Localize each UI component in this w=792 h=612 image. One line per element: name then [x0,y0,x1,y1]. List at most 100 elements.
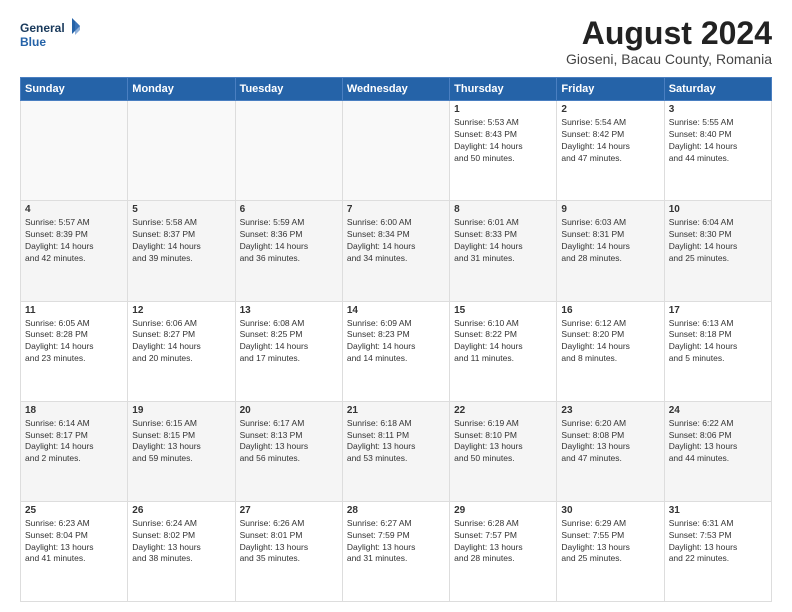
day-info: Sunrise: 6:05 AM Sunset: 8:28 PM Dayligh… [25,318,123,366]
day-number: 3 [669,104,767,115]
day-info: Sunrise: 5:55 AM Sunset: 8:40 PM Dayligh… [669,117,767,165]
day-number: 9 [561,204,659,215]
calendar-week-row: 1 Sunrise: 5:53 AM Sunset: 8:43 PM Daylig… [21,101,772,201]
day-info: Sunrise: 6:00 AM Sunset: 8:34 PM Dayligh… [347,217,445,265]
day-number: 30 [561,505,659,516]
day-number: 18 [25,405,123,416]
day-info: Sunrise: 6:12 AM Sunset: 8:20 PM Dayligh… [561,318,659,366]
calendar-cell: 7 Sunrise: 6:00 AM Sunset: 8:34 PM Daylig… [342,201,449,301]
day-number: 17 [669,305,767,316]
day-number: 10 [669,204,767,215]
day-number: 19 [132,405,230,416]
day-info: Sunrise: 6:01 AM Sunset: 8:33 PM Dayligh… [454,217,552,265]
day-info: Sunrise: 5:53 AM Sunset: 8:43 PM Dayligh… [454,117,552,165]
calendar-cell: 19 Sunrise: 6:15 AM Sunset: 8:15 PM Dayli… [128,401,235,501]
day-number: 29 [454,505,552,516]
day-number: 8 [454,204,552,215]
day-info: Sunrise: 6:20 AM Sunset: 8:08 PM Dayligh… [561,418,659,466]
svg-text:Blue: Blue [20,35,46,49]
day-number: 4 [25,204,123,215]
calendar-cell: 10 Sunrise: 6:04 AM Sunset: 8:30 PM Dayli… [664,201,771,301]
calendar-cell: 23 Sunrise: 6:20 AM Sunset: 8:08 PM Dayli… [557,401,664,501]
weekday-header: Saturday [664,78,771,101]
day-number: 25 [25,505,123,516]
calendar-cell: 4 Sunrise: 5:57 AM Sunset: 8:39 PM Daylig… [21,201,128,301]
header: General Blue August 2024 Gioseni, Bacau … [20,16,772,67]
day-number: 11 [25,305,123,316]
day-info: Sunrise: 6:27 AM Sunset: 7:59 PM Dayligh… [347,518,445,566]
calendar-week-row: 18 Sunrise: 6:14 AM Sunset: 8:17 PM Dayli… [21,401,772,501]
day-number: 27 [240,505,338,516]
day-number: 14 [347,305,445,316]
weekday-header: Sunday [21,78,128,101]
title-block: August 2024 Gioseni, Bacau County, Roman… [566,16,772,67]
day-number: 7 [347,204,445,215]
weekday-header: Tuesday [235,78,342,101]
day-number: 5 [132,204,230,215]
day-info: Sunrise: 6:17 AM Sunset: 8:13 PM Dayligh… [240,418,338,466]
calendar-cell: 27 Sunrise: 6:26 AM Sunset: 8:01 PM Dayli… [235,501,342,601]
calendar-cell [21,101,128,201]
day-info: Sunrise: 6:04 AM Sunset: 8:30 PM Dayligh… [669,217,767,265]
day-info: Sunrise: 6:09 AM Sunset: 8:23 PM Dayligh… [347,318,445,366]
calendar-cell: 17 Sunrise: 6:13 AM Sunset: 8:18 PM Dayli… [664,301,771,401]
day-info: Sunrise: 6:29 AM Sunset: 7:55 PM Dayligh… [561,518,659,566]
day-number: 21 [347,405,445,416]
svg-text:General: General [20,21,65,35]
calendar-cell: 20 Sunrise: 6:17 AM Sunset: 8:13 PM Dayli… [235,401,342,501]
day-info: Sunrise: 6:13 AM Sunset: 8:18 PM Dayligh… [669,318,767,366]
day-number: 23 [561,405,659,416]
calendar-cell: 25Sunrise: 6:23 AM Sunset: 8:04 PM Dayli… [21,501,128,601]
day-number: 24 [669,405,767,416]
calendar-cell: 6Sunrise: 5:59 AM Sunset: 8:36 PM Daylig… [235,201,342,301]
calendar-cell: 11 Sunrise: 6:05 AM Sunset: 8:28 PM Dayli… [21,301,128,401]
calendar-cell: 24 Sunrise: 6:22 AM Sunset: 8:06 PM Dayli… [664,401,771,501]
day-number: 2 [561,104,659,115]
day-number: 1 [454,104,552,115]
calendar-cell: 14 Sunrise: 6:09 AM Sunset: 8:23 PM Dayli… [342,301,449,401]
logo: General Blue [20,16,80,56]
calendar-cell: 18 Sunrise: 6:14 AM Sunset: 8:17 PM Dayli… [21,401,128,501]
weekday-header: Monday [128,78,235,101]
logo-svg: General Blue [20,16,80,56]
day-info: Sunrise: 6:06 AM Sunset: 8:27 PM Dayligh… [132,318,230,366]
day-info: Sunrise: 6:31 AM Sunset: 7:53 PM Dayligh… [669,518,767,566]
day-info: Sunrise: 6:18 AM Sunset: 8:11 PM Dayligh… [347,418,445,466]
weekday-header: Thursday [450,78,557,101]
calendar-cell: 28 Sunrise: 6:27 AM Sunset: 7:59 PM Dayli… [342,501,449,601]
calendar-cell: 29Sunrise: 6:28 AM Sunset: 7:57 PM Dayli… [450,501,557,601]
day-info: Sunrise: 6:03 AM Sunset: 8:31 PM Dayligh… [561,217,659,265]
day-number: 26 [132,505,230,516]
day-info: Sunrise: 6:15 AM Sunset: 8:15 PM Dayligh… [132,418,230,466]
day-info: Sunrise: 6:24 AM Sunset: 8:02 PM Dayligh… [132,518,230,566]
weekday-header: Wednesday [342,78,449,101]
day-number: 20 [240,405,338,416]
calendar-week-row: 25Sunrise: 6:23 AM Sunset: 8:04 PM Dayli… [21,501,772,601]
calendar-cell: 22Sunrise: 6:19 AM Sunset: 8:10 PM Dayli… [450,401,557,501]
day-info: Sunrise: 5:57 AM Sunset: 8:39 PM Dayligh… [25,217,123,265]
day-info: Sunrise: 6:10 AM Sunset: 8:22 PM Dayligh… [454,318,552,366]
calendar-week-row: 11 Sunrise: 6:05 AM Sunset: 8:28 PM Dayli… [21,301,772,401]
calendar-cell: 12Sunrise: 6:06 AM Sunset: 8:27 PM Dayli… [128,301,235,401]
day-number: 16 [561,305,659,316]
day-number: 31 [669,505,767,516]
day-info: Sunrise: 5:58 AM Sunset: 8:37 PM Dayligh… [132,217,230,265]
day-number: 28 [347,505,445,516]
calendar-cell: 15 Sunrise: 6:10 AM Sunset: 8:22 PM Dayli… [450,301,557,401]
day-info: Sunrise: 5:54 AM Sunset: 8:42 PM Dayligh… [561,117,659,165]
day-info: Sunrise: 6:22 AM Sunset: 8:06 PM Dayligh… [669,418,767,466]
calendar-cell: 13Sunrise: 6:08 AM Sunset: 8:25 PM Dayli… [235,301,342,401]
day-number: 22 [454,405,552,416]
calendar-cell: 8 Sunrise: 6:01 AM Sunset: 8:33 PM Daylig… [450,201,557,301]
day-info: Sunrise: 6:26 AM Sunset: 8:01 PM Dayligh… [240,518,338,566]
day-info: Sunrise: 6:14 AM Sunset: 8:17 PM Dayligh… [25,418,123,466]
calendar-cell: 9 Sunrise: 6:03 AM Sunset: 8:31 PM Daylig… [557,201,664,301]
calendar-cell [235,101,342,201]
calendar-cell: 30 Sunrise: 6:29 AM Sunset: 7:55 PM Dayli… [557,501,664,601]
subtitle: Gioseni, Bacau County, Romania [566,51,772,67]
calendar-cell: 31 Sunrise: 6:31 AM Sunset: 7:53 PM Dayli… [664,501,771,601]
page: General Blue August 2024 Gioseni, Bacau … [0,0,792,612]
main-title: August 2024 [566,16,772,51]
calendar-cell: 1 Sunrise: 5:53 AM Sunset: 8:43 PM Daylig… [450,101,557,201]
day-number: 15 [454,305,552,316]
